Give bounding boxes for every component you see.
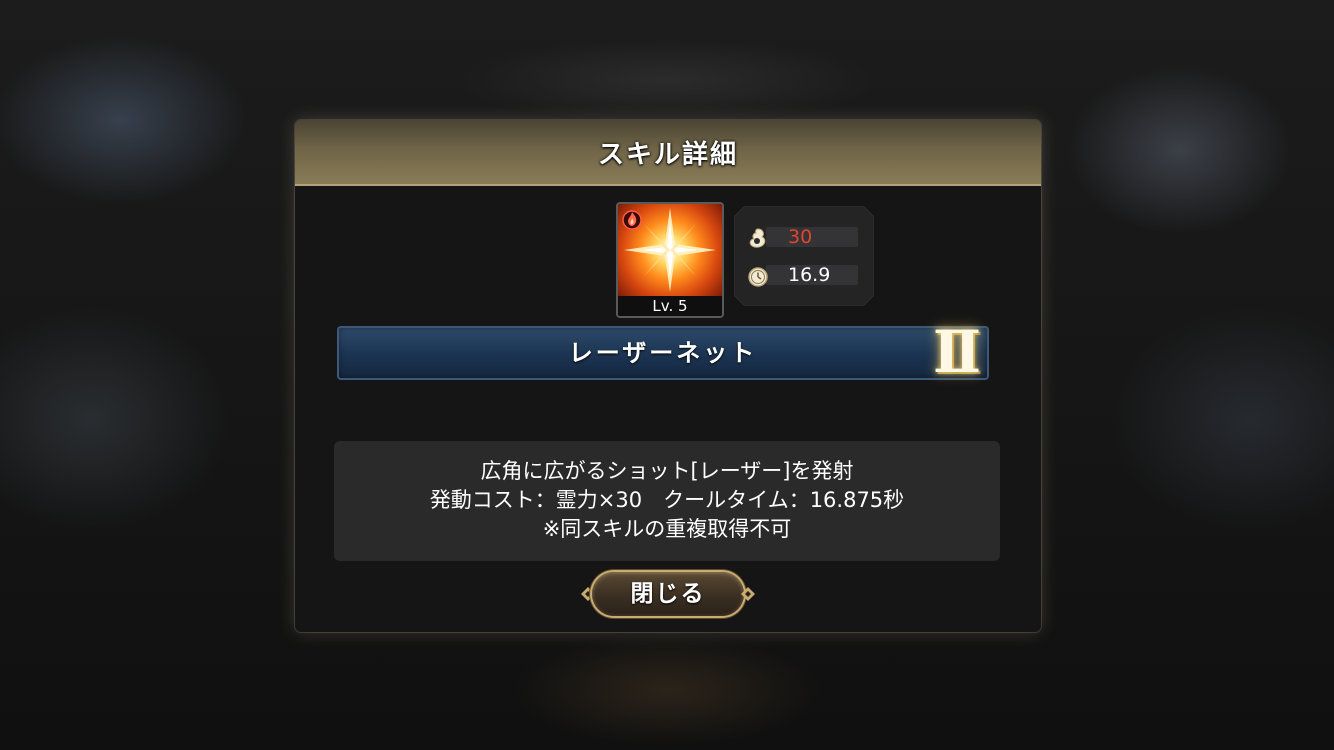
spirit-power-icon (749, 228, 766, 248)
description-line-3: ※同スキルの重複取得不可 (542, 517, 792, 541)
description-line-2: 発動コスト：霊力×30 クールタイム：16.875秒 (429, 488, 905, 512)
skill-cost-value: 30 (788, 226, 813, 248)
skill-stats-panel: 30 16.9 (734, 206, 874, 306)
skill-level-label: Lv. 5 (618, 296, 722, 316)
close-button[interactable]: 閉じる (580, 569, 756, 621)
skill-cooldown-value: 16.9 (788, 264, 831, 286)
skill-cooldown-row: 16.9 (746, 264, 862, 287)
skill-rank: II (932, 318, 981, 386)
description-line-1: 広角に広がるショット[レーザー]を発射 (480, 459, 854, 483)
ornament-right-icon (741, 587, 755, 601)
skill-cost-row: 30 (746, 226, 862, 248)
skill-description-box: 広角に広がるショット[レーザー]を発射 発動コスト：霊力×30 クールタイム：1… (334, 441, 1000, 561)
fire-element-icon (622, 210, 642, 230)
dialog-title-bar: スキル詳細 (295, 120, 1041, 186)
skill-name-bar: レーザーネット (337, 326, 989, 380)
close-button-label: 閉じる (630, 581, 706, 607)
skill-icon: Lv. 5 (616, 202, 724, 318)
skill-name: レーザーネット (568, 339, 758, 367)
dialog-title: スキル詳細 (597, 139, 738, 170)
skill-rank-badge: II (919, 316, 989, 388)
stopwatch-icon (748, 267, 768, 287)
skill-detail-dialog: スキル詳細 Lv. 5 30 16.9 レーザーネット II 広角に広がるショッ… (295, 120, 1041, 632)
